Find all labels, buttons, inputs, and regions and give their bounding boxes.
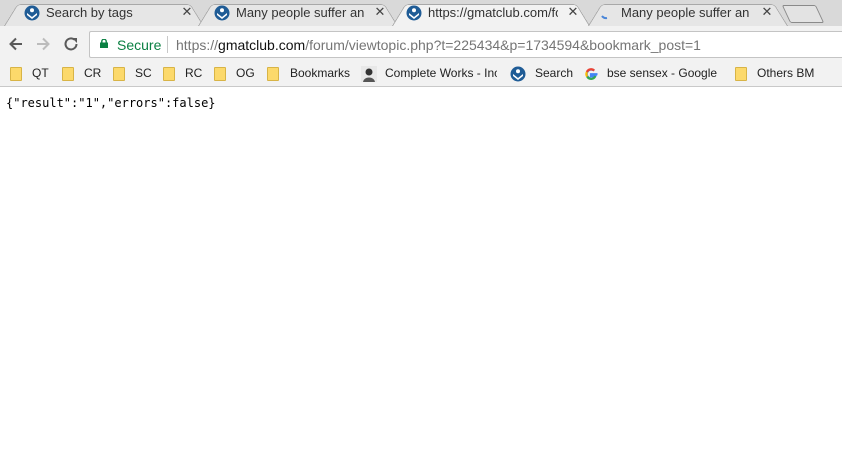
bookmark-label: Bookmarks (290, 66, 351, 80)
back-arrow-icon[interactable] (7, 35, 25, 53)
lock-icon (100, 39, 108, 48)
bookmark-search[interactable]: Search (510, 65, 576, 83)
gmatclub-icon (214, 5, 230, 21)
secure-label[interactable]: Secure (117, 37, 161, 53)
tab-search-by-tags[interactable]: Search by tags ✕ (4, 0, 204, 26)
gmatclub-icon (406, 5, 422, 21)
tab-many-people-2[interactable]: Many people suffer an al ✕ (588, 0, 788, 26)
tab-title: Search by tags (46, 5, 133, 20)
bookmark-rc[interactable]: RC (161, 65, 209, 83)
folder-icon (267, 67, 279, 81)
folder-icon (10, 67, 22, 81)
folder-icon (113, 67, 125, 81)
bookmark-cr[interactable]: CR (60, 65, 108, 83)
bookmark-label: QT (32, 66, 49, 80)
folder-icon (214, 67, 226, 81)
loading-spinner-icon (601, 15, 608, 20)
reload-icon[interactable] (62, 35, 80, 53)
url-path: /forum/viewtopic.php?t=225434&p=1734594&… (305, 37, 701, 53)
url-host: gmatclub.com (218, 37, 306, 53)
bookmark-bookmarks[interactable]: Bookmarks (265, 65, 355, 83)
tab-title: Many people suffer an al (236, 5, 364, 20)
folder-icon (735, 67, 747, 81)
bookmark-others-bm[interactable]: Others BM (733, 65, 823, 83)
bookmark-label: Search (535, 66, 574, 80)
new-tab-button[interactable] (781, 5, 825, 23)
gmatclub-icon (24, 5, 40, 21)
google-icon (585, 68, 598, 80)
url-scheme: https:// (176, 37, 219, 53)
divider (167, 36, 168, 53)
portrait-icon (361, 66, 377, 82)
folder-icon (163, 67, 175, 81)
close-icon[interactable]: ✕ (760, 4, 774, 20)
bookmark-label: CR (84, 66, 102, 80)
bookmarks-bar: QT CR SC RC OG Bookmarks Complete Works … (0, 62, 842, 87)
forward-arrow-icon[interactable] (34, 35, 52, 53)
bookmark-label: RC (185, 66, 203, 80)
bookmark-label: OG (236, 66, 255, 80)
close-icon[interactable]: ✕ (566, 4, 580, 20)
bookmark-sc[interactable]: SC (111, 65, 159, 83)
bookmark-label: Others BM (757, 66, 815, 80)
url-text[interactable]: https://gmatclub.com/forum/viewtopic.php… (176, 37, 701, 53)
bookmark-label: Complete Works - Inc (385, 66, 497, 80)
tab-strip: Search by tags ✕ Many people suffer an a… (0, 0, 842, 26)
close-icon[interactable]: ✕ (373, 4, 387, 20)
folder-icon (62, 67, 74, 81)
tab-title: Many people suffer an al (621, 5, 751, 20)
bookmark-complete-works[interactable]: Complete Works - Inc (361, 65, 501, 83)
tab-many-people-1[interactable]: Many people suffer an al ✕ (198, 0, 398, 26)
gmatclub-icon (510, 66, 526, 82)
tab-title: https://gmatclub.com/fo (428, 5, 558, 20)
bookmark-label: SC (135, 66, 152, 80)
bookmark-qt[interactable]: QT (8, 65, 56, 83)
bookmark-label: bse sensex - Google S (607, 66, 717, 80)
bookmark-og[interactable]: OG (212, 65, 260, 83)
tab-gmatclub-active[interactable]: https://gmatclub.com/fo ✕ (392, 0, 590, 26)
bookmark-bse-sensex[interactable]: bse sensex - Google S (583, 65, 723, 83)
close-icon[interactable]: ✕ (180, 4, 194, 20)
json-response-text: {"result":"1","errors":false} (6, 96, 216, 110)
address-bar[interactable]: Secure https://gmatclub.com/forum/viewto… (89, 31, 842, 58)
